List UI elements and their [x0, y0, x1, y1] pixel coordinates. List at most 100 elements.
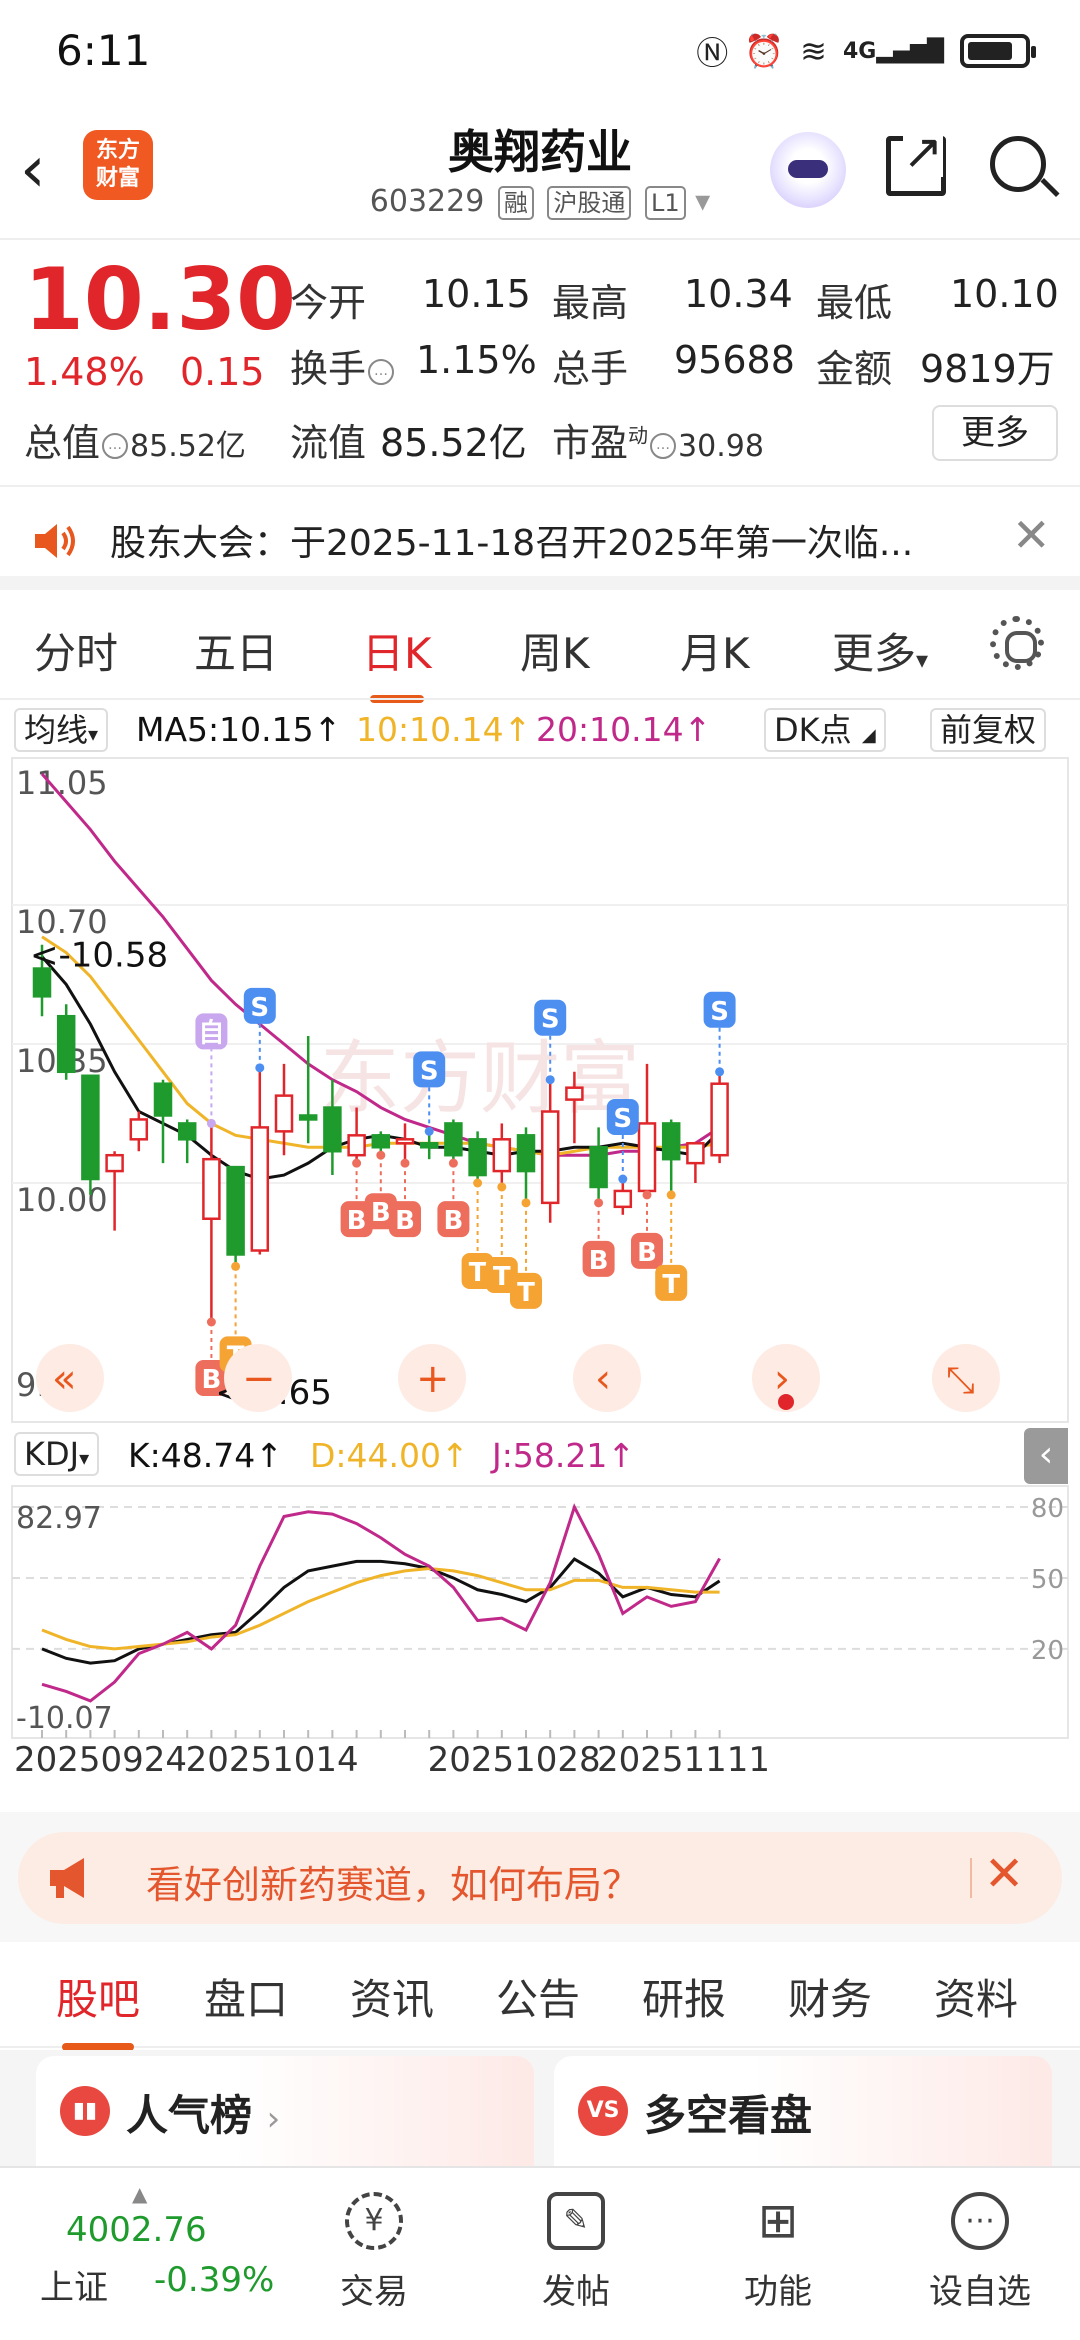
- collapse-side-panel-button[interactable]: ‹: [1024, 1428, 1068, 1484]
- kdj-indicator-row: KDJ▾ K:48.74↑ D:44.00↑ J:58.21↑: [0, 1426, 1080, 1484]
- change-amount: 0.15: [180, 350, 265, 394]
- indicator-selector[interactable]: 均线▾: [14, 708, 109, 752]
- megaphone-icon: [50, 1858, 84, 1898]
- total-cap-label: 总值… 85.52亿: [24, 421, 246, 465]
- kdj-y-right-label: 80: [1031, 1494, 1064, 1524]
- bull-bear-card[interactable]: VS 多空看盘: [554, 2056, 1052, 2166]
- speaker-icon: [35, 524, 75, 558]
- candle-down: [468, 1138, 487, 1177]
- search-icon[interactable]: [990, 136, 1046, 192]
- share-icon[interactable]: [886, 127, 946, 196]
- tab-weekly-k[interactable]: 周K: [520, 620, 590, 681]
- candle-down: [298, 1114, 318, 1121]
- close-icon[interactable]: ✕: [984, 1846, 1024, 1902]
- signal-marker-label: S: [613, 1104, 632, 1134]
- signal-marker-label: B: [371, 1198, 391, 1228]
- candle-up: [250, 1126, 270, 1252]
- nav-post[interactable]: ✎ 发帖: [506, 2192, 646, 2313]
- index-change: -0.39%: [154, 2260, 275, 2300]
- nav-trade[interactable]: ¥ 交易: [304, 2192, 444, 2313]
- kline-chart[interactable]: 东方财富 11.0510.7010.3510.009.65 自BTSBBBSBT…: [0, 756, 1080, 1426]
- y-tick-label: 10.00: [16, 1181, 108, 1219]
- candle-up: [637, 1122, 657, 1193]
- tab-financials[interactable]: 财务: [788, 1966, 872, 2027]
- tab-research[interactable]: 研报: [642, 1966, 726, 2027]
- candle-down: [81, 1074, 100, 1181]
- signal-marker-label: B: [443, 1206, 463, 1236]
- tab-intraday[interactable]: 分时: [34, 620, 118, 681]
- yuan-icon: ¥: [345, 2192, 403, 2250]
- nav-functions[interactable]: ⊞ 功能: [708, 2192, 848, 2313]
- kdj-y-min-label: -10.07: [16, 1701, 113, 1736]
- status-time: 6:11: [56, 26, 151, 75]
- candle-down: [371, 1134, 391, 1149]
- close-icon[interactable]: ✕: [1012, 508, 1051, 562]
- ma10-value: 10:10.14↑: [356, 710, 532, 749]
- more-button[interactable]: 更多: [932, 405, 1058, 461]
- signal-marker-label: 自: [198, 1017, 224, 1048]
- notice-bar[interactable]: 股东大会：于2025-11-18召开2025年第一次临... ✕: [0, 490, 1080, 590]
- tab-forum[interactable]: 股吧: [56, 1966, 140, 2051]
- watermark-logo: 东方财富: [320, 1032, 640, 1125]
- tab-announcements[interactable]: 公告: [496, 1966, 580, 2027]
- chevron-down-icon: ▾: [916, 646, 929, 674]
- signal-marker-label: T: [517, 1278, 535, 1308]
- more-dots-icon: ⋯: [951, 2192, 1009, 2250]
- date-axis-label: 20251028: [427, 1740, 601, 1780]
- kdj-k-value: K:48.74↑: [128, 1436, 283, 1475]
- signal-anchor-dot: [521, 1198, 531, 1208]
- candle-up: [710, 1082, 729, 1157]
- kdj-j-line: [41, 1503, 721, 1703]
- info-icon[interactable]: …: [650, 432, 677, 459]
- chevron-down-icon: ▾: [695, 184, 711, 219]
- kdj-y-max-label: 82.97: [16, 1501, 102, 1536]
- nfc-icon: Ⓝ: [696, 34, 729, 72]
- signal-marker-label: T: [493, 1262, 511, 1292]
- plus-icon: +: [416, 1356, 450, 1402]
- date-axis-label: 20250924: [14, 1740, 188, 1780]
- pe-label: 市盈动… 30.98: [552, 421, 764, 465]
- signal-marker-label: T: [469, 1258, 487, 1288]
- nav-add-watchlist[interactable]: ⋯ 设自选: [910, 2192, 1050, 2313]
- tab-daily-k[interactable]: 日K: [362, 620, 432, 703]
- tab-profile[interactable]: 资料: [934, 1966, 1018, 2027]
- tab-order-book[interactable]: 盘口: [204, 1966, 288, 2027]
- ma20-value: 20:10.14↑: [536, 710, 712, 749]
- signal-marker-label: B: [589, 1246, 609, 1276]
- caret-up-icon: ▲: [132, 2182, 148, 2206]
- settings-gear-icon[interactable]: [990, 616, 1044, 670]
- candle-up: [395, 1138, 415, 1145]
- tab-five-day[interactable]: 五日: [194, 620, 278, 681]
- amount-value: 9819万: [920, 347, 1055, 391]
- turnover-value: 1.15%: [416, 338, 537, 382]
- promo-banner[interactable]: 看好创新药赛道，如何布局？ ✕: [18, 1832, 1062, 1924]
- volume-value: 95688: [674, 338, 795, 382]
- signal-anchor-dot: [352, 1158, 362, 1168]
- date-axis-label: 20251014: [185, 1740, 359, 1780]
- kdj-chart[interactable]: 82.97 -10.07 80 50 20: [0, 1484, 1080, 1740]
- candle-up: [202, 1157, 221, 1220]
- signal-anchor-dot: [400, 1158, 410, 1168]
- tab-news[interactable]: 资讯: [350, 1966, 434, 2027]
- popularity-card[interactable]: ▮▮ 人气榜 ›: [36, 2056, 534, 2166]
- tag-level: L1: [644, 186, 686, 220]
- dk-point-toggle[interactable]: DK点 ◢: [764, 708, 886, 752]
- info-icon[interactable]: …: [368, 358, 395, 385]
- candle-up: [105, 1153, 124, 1173]
- volume-label: 总手: [552, 347, 629, 391]
- signal-anchor-dot: [255, 1063, 265, 1073]
- assistant-robot-icon[interactable]: [770, 132, 846, 208]
- signal-marker-label: T: [662, 1270, 680, 1300]
- signal-marker-label: S: [710, 997, 729, 1027]
- promo-text: 看好创新药赛道，如何布局？: [146, 1863, 641, 1907]
- adjust-mode-button[interactable]: 前复权: [930, 708, 1047, 752]
- float-cap-label: 流值: [290, 421, 367, 465]
- tab-more[interactable]: 更多▾: [832, 620, 928, 681]
- tab-monthly-k[interactable]: 月K: [680, 620, 750, 681]
- candle-down: [419, 1142, 439, 1149]
- info-icon[interactable]: …: [102, 432, 129, 459]
- high-value: 10.34: [684, 272, 793, 316]
- vs-icon: VS: [578, 2086, 628, 2136]
- open-label: 今开: [290, 281, 367, 325]
- sub-indicator-selector[interactable]: KDJ▾: [14, 1432, 100, 1476]
